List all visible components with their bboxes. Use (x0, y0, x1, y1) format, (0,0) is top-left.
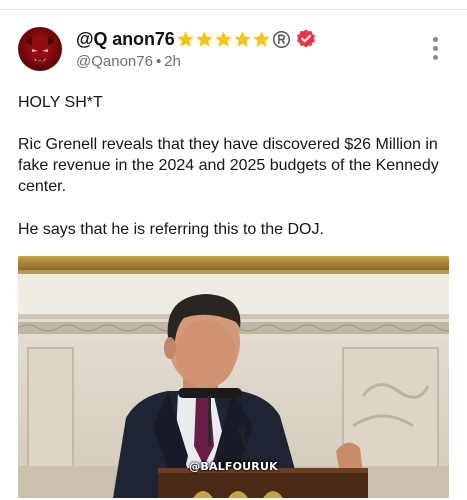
video-watermark: @BALFOURUK (189, 460, 278, 473)
post-text-line1: HOLY SH*T (18, 94, 103, 111)
author-meta: @Qanon76 • 2h (76, 53, 181, 70)
meta-separator: • (155, 53, 162, 70)
more-options-icon[interactable] (425, 37, 445, 65)
post-text-paragraph3: He says that he is referring this to the… (18, 221, 324, 238)
avatar-demon-image (26, 36, 54, 64)
registered-icon (272, 30, 290, 48)
star-icon (234, 30, 251, 47)
author-handle[interactable]: @Qanon76 (76, 53, 153, 70)
star-badges (176, 30, 271, 49)
post-timestamp: 2h (164, 53, 181, 70)
star-icon (215, 30, 232, 47)
post-text-paragraph2: Ric Grenell reveals that they have disco… (18, 136, 439, 195)
verified-badge-icon (296, 29, 315, 48)
star-icon (253, 30, 270, 47)
post-card: @Q anon76 @Qanon76 • 2h HOLY SH*T Ric Gren… (0, 10, 467, 500)
post-video-thumbnail[interactable]: @BALFOURUK (18, 256, 449, 498)
author-display-name[interactable]: @Q anon76 (76, 29, 175, 50)
author-name-row: @Q anon76 (76, 28, 317, 50)
avatar[interactable] (18, 27, 62, 71)
star-icon (196, 30, 213, 47)
star-icon (177, 30, 194, 47)
